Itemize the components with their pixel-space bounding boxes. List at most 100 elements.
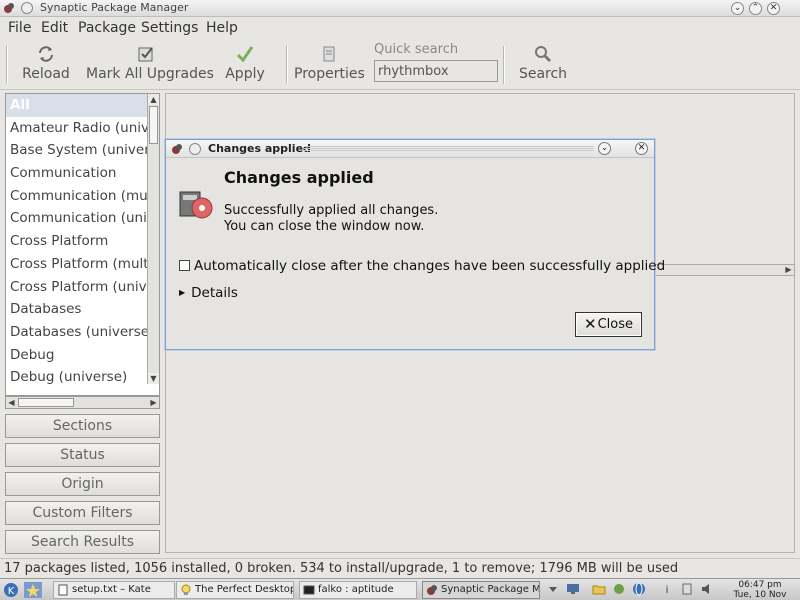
kde-menu-icon[interactable]: K <box>3 582 19 598</box>
task-label: The Perfect Desktop <box>195 584 294 595</box>
hscroll-thumb[interactable] <box>18 398 74 407</box>
section-item[interactable]: Communication (mu <box>6 185 149 208</box>
close-button[interactable]: ✕Close <box>575 312 642 337</box>
section-item[interactable]: Base System (univer <box>6 139 149 162</box>
scroll-right-icon[interactable]: ▶ <box>148 397 159 408</box>
scroll-thumb[interactable] <box>149 106 158 144</box>
tray-info-icon[interactable]: i <box>660 582 674 596</box>
properties-button[interactable]: Properties <box>294 44 365 86</box>
quick-search-label: Quick search <box>374 42 459 57</box>
scroll-down-icon[interactable]: ▼ <box>148 373 159 384</box>
terminal-icon <box>303 585 315 595</box>
section-item[interactable]: Databases (universe) <box>6 321 149 344</box>
details-label: Details <box>191 285 238 301</box>
details-expander[interactable]: ▶ Details <box>179 285 238 301</box>
changes-applied-dialog: Changes applied ⌄ ✕ Changes applied Succ… <box>165 139 665 350</box>
properties-label: Properties <box>294 66 365 82</box>
synaptic-app-icon <box>172 144 182 154</box>
status-bar: 17 packages listed, 1056 installed, 0 br… <box>0 558 800 578</box>
desktop-star-icon[interactable] <box>24 582 42 598</box>
section-item[interactable]: All <box>6 94 149 117</box>
section-list: All Amateur Radio (univ Base System (uni… <box>5 93 160 396</box>
tray-globe-icon[interactable] <box>632 582 646 596</box>
tray-volume-icon[interactable] <box>700 582 714 596</box>
toolbar-grip <box>6 46 8 84</box>
section-item[interactable]: Cross Platform (unive <box>6 276 149 299</box>
task-label: setup.txt – Kate <box>72 584 151 595</box>
toolbar-separator-2 <box>503 46 505 84</box>
reload-button[interactable]: Reload <box>22 44 70 86</box>
menu-settings[interactable]: Settings <box>141 20 198 36</box>
menu-edit[interactable]: Edit <box>41 20 68 36</box>
lightbulb-icon <box>181 584 191 595</box>
mark-upgrades-icon <box>138 47 153 62</box>
expander-arrow-icon: ▶ <box>179 288 186 297</box>
tray-arrow-icon[interactable] <box>546 582 560 596</box>
task-synaptic[interactable]: Synaptic Package Ma <box>422 581 540 599</box>
search-button[interactable]: Search <box>518 44 568 86</box>
window-menu-icon[interactable] <box>21 2 33 14</box>
section-item[interactable]: Communication <box>6 162 149 185</box>
section-item[interactable]: Databases <box>6 298 149 321</box>
filter-origin-button[interactable]: Origin <box>5 472 160 496</box>
menu-file[interactable]: File <box>8 20 31 36</box>
scroll-left-icon[interactable]: ◀ <box>6 397 17 408</box>
dialog-title: Changes applied <box>208 142 311 155</box>
mark-all-upgrades-label: Mark All Upgrades <box>86 66 214 82</box>
reload-label: Reload <box>22 66 70 82</box>
apply-button[interactable]: Apply <box>224 44 266 86</box>
scroll-up-icon[interactable]: ▲ <box>148 94 159 105</box>
close-window-icon[interactable]: ✕ <box>767 2 780 15</box>
window-title: Synaptic Package Manager <box>40 1 189 14</box>
quick-search-input[interactable] <box>374 60 498 82</box>
clock-date: Tue, 10 Nov <box>733 590 787 600</box>
section-list-vscrollbar[interactable]: ▲ ▼ <box>147 94 159 384</box>
menu-bar: File Edit Package Settings Help <box>0 18 800 40</box>
filter-custom-button[interactable]: Custom Filters <box>5 501 160 525</box>
task-kate[interactable]: setup.txt – Kate <box>53 581 175 599</box>
apply-label: Apply <box>225 66 265 82</box>
tray-monitor-icon[interactable] <box>566 582 580 596</box>
toolbar: Reload Mark All Upgrades Apply Propertie… <box>0 40 800 90</box>
reload-icon <box>39 46 53 62</box>
auto-close-checkbox[interactable]: Automatically close after the changes ha… <box>179 258 665 274</box>
section-list-hscrollbar[interactable]: ◀ ▶ <box>5 396 160 409</box>
section-item[interactable]: Cross Platform (mult <box>6 253 149 276</box>
tray-network-icon[interactable] <box>612 582 626 596</box>
package-install-icon <box>179 191 213 219</box>
section-item[interactable]: Amateur Radio (univ <box>6 117 149 140</box>
checkbox-box[interactable] <box>179 260 190 271</box>
scroll-right-icon[interactable]: ▶ <box>783 265 794 275</box>
auto-close-label: Automatically close after the changes ha… <box>194 258 666 274</box>
task-label: falko : aptitude <box>318 584 394 595</box>
section-item[interactable]: Communication (uni <box>6 207 149 230</box>
dialog-message: Successfully applied all changes. You ca… <box>224 203 438 235</box>
dialog-minimize-icon[interactable]: ⌄ <box>598 142 611 155</box>
maximize-icon[interactable]: ⌃ <box>749 2 762 15</box>
menu-package[interactable]: Package <box>78 20 136 36</box>
dialog-close-icon[interactable]: ✕ <box>635 142 648 155</box>
section-item[interactable]: Debug <box>6 344 149 367</box>
tray-clipboard-icon[interactable] <box>680 582 694 596</box>
section-item[interactable]: Debug (universe) <box>6 366 149 389</box>
tray-folder-icon[interactable] <box>592 582 606 596</box>
close-button-label: Close <box>597 317 633 332</box>
document-icon <box>58 584 68 596</box>
synaptic-app-icon <box>4 3 14 13</box>
svg-text:i: i <box>666 585 669 596</box>
section-item[interactable]: Cross Platform <box>6 230 149 253</box>
minimize-icon[interactable]: ⌄ <box>731 2 744 15</box>
mark-all-upgrades-button[interactable]: Mark All Upgrades <box>86 44 214 86</box>
filter-sections-button[interactable]: Sections <box>5 414 160 438</box>
filter-status-button[interactable]: Status <box>5 443 160 467</box>
menu-help[interactable]: Help <box>206 20 238 36</box>
filter-search-results-button[interactable]: Search Results <box>5 530 160 554</box>
synaptic-app-icon <box>427 585 437 595</box>
close-x-icon: ✕ <box>584 315 597 333</box>
section-list-items: All Amateur Radio (univ Base System (uni… <box>6 94 149 389</box>
apply-check-icon <box>236 46 254 63</box>
task-terminal[interactable]: falko : aptitude <box>299 581 417 599</box>
clock[interactable]: 06:47 pm Tue, 10 Nov <box>720 579 800 600</box>
dialog-menu-icon[interactable] <box>189 143 201 155</box>
task-browser[interactable]: The Perfect Desktop <box>176 581 294 599</box>
